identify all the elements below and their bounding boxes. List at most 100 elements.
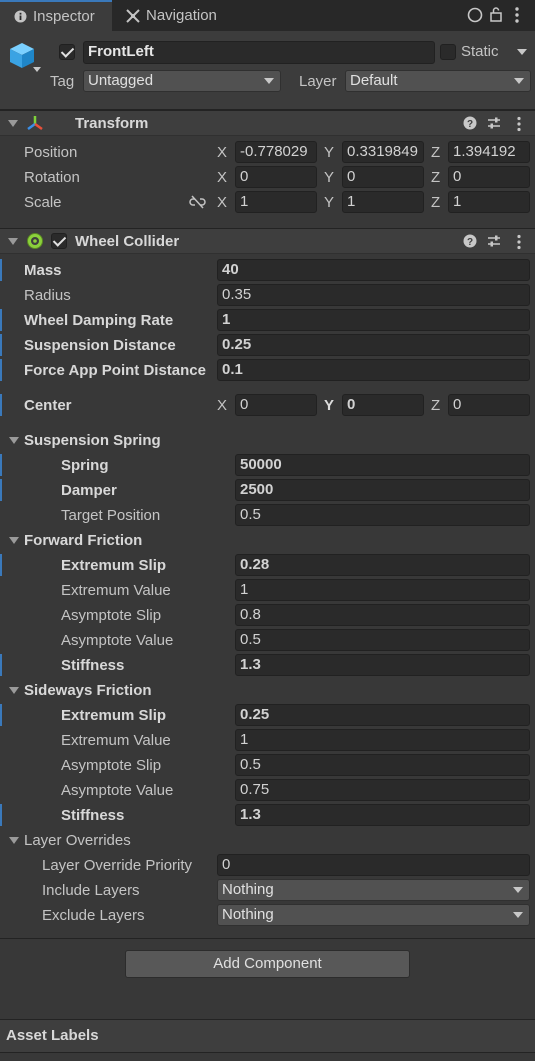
center-x-input[interactable]: 0 (235, 394, 317, 416)
help-icon[interactable]: ? (463, 116, 477, 134)
lock-icon[interactable] (489, 6, 503, 26)
layer-dropdown[interactable]: Default (345, 70, 531, 92)
ff-stiffness-input[interactable]: 1.3 (235, 654, 530, 676)
wheel-collider-enabled-checkbox[interactable] (51, 233, 67, 249)
ff-extremum-value-label[interactable]: Extremum Value (61, 582, 171, 599)
rotation-x-axis[interactable]: X (217, 169, 227, 186)
lock-icon-circle[interactable] (467, 7, 483, 27)
component-menu-icon[interactable] (517, 116, 521, 136)
force-app-label[interactable]: Force App Point Distance (24, 362, 206, 379)
scale-y-axis[interactable]: Y (324, 194, 334, 211)
scale-label[interactable]: Scale (24, 194, 62, 211)
sf-asymptote-slip-label[interactable]: Asymptote Slip (61, 757, 161, 774)
sf-stiffness-input[interactable]: 1.3 (235, 804, 530, 826)
sf-asymptote-slip-input[interactable]: 0.5 (235, 754, 530, 776)
component-menu-icon[interactable] (517, 234, 521, 254)
ff-asymptote-value-input[interactable]: 0.5 (235, 629, 530, 651)
foldout-arrow-icon[interactable] (9, 837, 19, 844)
presets-icon[interactable] (487, 234, 501, 252)
layer-override-priority-input[interactable]: 0 (217, 854, 530, 876)
active-checkbox[interactable] (59, 44, 75, 60)
foldout-arrow-icon[interactable] (9, 537, 19, 544)
object-name-input[interactable]: FrontLeft (83, 41, 435, 64)
rotation-z-input[interactable]: 0 (448, 166, 530, 188)
ff-extremum-value-input[interactable]: 1 (235, 579, 530, 601)
ff-asymptote-slip-label[interactable]: Asymptote Slip (61, 607, 161, 624)
wheel-collider-header[interactable]: Wheel Collider ? (0, 228, 535, 254)
mass-input[interactable]: 40 (217, 259, 530, 281)
sf-extremum-slip-label[interactable]: Extremum Slip (61, 707, 166, 724)
damper-input[interactable]: 2500 (235, 479, 530, 501)
scale-x-axis[interactable]: X (217, 194, 227, 211)
asset-labels-title[interactable]: Asset Labels (6, 1027, 99, 1044)
radius-label[interactable]: Radius (24, 287, 71, 304)
position-y-input[interactable]: 0.3319849 (342, 141, 424, 163)
sf-stiffness-label[interactable]: Stiffness (61, 807, 124, 824)
add-component-button[interactable]: Add Component (125, 950, 410, 978)
rotation-y-input[interactable]: 0 (342, 166, 424, 188)
layer-override-priority-label[interactable]: Layer Override Priority (42, 857, 192, 874)
damper-label[interactable]: Damper (61, 482, 117, 499)
position-x-axis[interactable]: X (217, 144, 227, 161)
include-layers-label[interactable]: Include Layers (42, 882, 140, 899)
foldout-arrow-icon[interactable] (9, 437, 19, 444)
ff-stiffness-label[interactable]: Stiffness (61, 657, 124, 674)
include-layers-dropdown[interactable]: Nothing (217, 879, 530, 901)
center-label[interactable]: Center (24, 397, 72, 414)
suspension-distance-input[interactable]: 0.25 (217, 334, 530, 356)
rotation-x-input[interactable]: 0 (235, 166, 317, 188)
exclude-layers-label[interactable]: Exclude Layers (42, 907, 145, 924)
target-position-label[interactable]: Target Position (61, 507, 160, 524)
tab-menu-icon[interactable] (515, 6, 519, 28)
tag-dropdown[interactable]: Untagged (83, 70, 281, 92)
tab-navigation[interactable]: Navigation (126, 0, 217, 31)
force-app-input[interactable]: 0.1 (217, 359, 530, 381)
ff-extremum-slip-label[interactable]: Extremum Slip (61, 557, 166, 574)
foldout-arrow-icon[interactable] (8, 120, 18, 127)
rotation-z-axis[interactable]: Z (431, 169, 440, 186)
sf-asymptote-value-input[interactable]: 0.75 (235, 779, 530, 801)
sf-extremum-slip-input[interactable]: 0.25 (235, 704, 530, 726)
center-x-axis[interactable]: X (217, 397, 227, 414)
scale-z-input[interactable]: 1 (448, 191, 530, 213)
gameobject-cube-icon[interactable] (8, 41, 36, 73)
foldout-arrow-icon[interactable] (8, 238, 18, 245)
rotation-label[interactable]: Rotation (24, 169, 80, 186)
rotation-y-axis[interactable]: Y (324, 169, 334, 186)
mass-label[interactable]: Mass (24, 262, 62, 279)
scale-z-axis[interactable]: Z (431, 194, 440, 211)
position-y-axis[interactable]: Y (324, 144, 334, 161)
sf-asymptote-value-label[interactable]: Asymptote Value (61, 782, 173, 799)
center-z-axis[interactable]: Z (431, 397, 440, 414)
sideways-friction-title[interactable]: Sideways Friction (24, 682, 152, 699)
foldout-arrow-icon[interactable] (9, 687, 19, 694)
static-checkbox[interactable] (440, 44, 456, 60)
scale-x-input[interactable]: 1 (235, 191, 317, 213)
target-position-input[interactable]: 0.5 (235, 504, 530, 526)
help-icon[interactable]: ? (463, 234, 477, 252)
ff-asymptote-value-label[interactable]: Asymptote Value (61, 632, 173, 649)
position-x-input[interactable]: -0.778029 (235, 141, 317, 163)
exclude-layers-dropdown[interactable]: Nothing (217, 904, 530, 926)
position-z-input[interactable]: 1.394192 (448, 141, 530, 163)
position-label[interactable]: Position (24, 144, 77, 161)
ff-asymptote-slip-input[interactable]: 0.8 (235, 604, 530, 626)
icon-dropdown-arrow[interactable] (33, 67, 41, 72)
forward-friction-title[interactable]: Forward Friction (24, 532, 142, 549)
layer-overrides-title[interactable]: Layer Overrides (24, 832, 131, 849)
spring-label[interactable]: Spring (61, 457, 109, 474)
presets-icon[interactable] (487, 116, 501, 134)
ff-extremum-slip-input[interactable]: 0.28 (235, 554, 530, 576)
unlink-scale-icon[interactable] (189, 195, 206, 213)
center-z-input[interactable]: 0 (448, 394, 530, 416)
center-y-axis[interactable]: Y (324, 397, 334, 414)
damping-input[interactable]: 1 (217, 309, 530, 331)
transform-header[interactable]: Transform ? (0, 110, 535, 136)
radius-input[interactable]: 0.35 (217, 284, 530, 306)
position-z-axis[interactable]: Z (431, 144, 440, 161)
sf-extremum-value-label[interactable]: Extremum Value (61, 732, 171, 749)
spring-input[interactable]: 50000 (235, 454, 530, 476)
damping-label[interactable]: Wheel Damping Rate (24, 312, 173, 329)
sf-extremum-value-input[interactable]: 1 (235, 729, 530, 751)
tab-inspector[interactable]: Inspector (0, 0, 112, 31)
